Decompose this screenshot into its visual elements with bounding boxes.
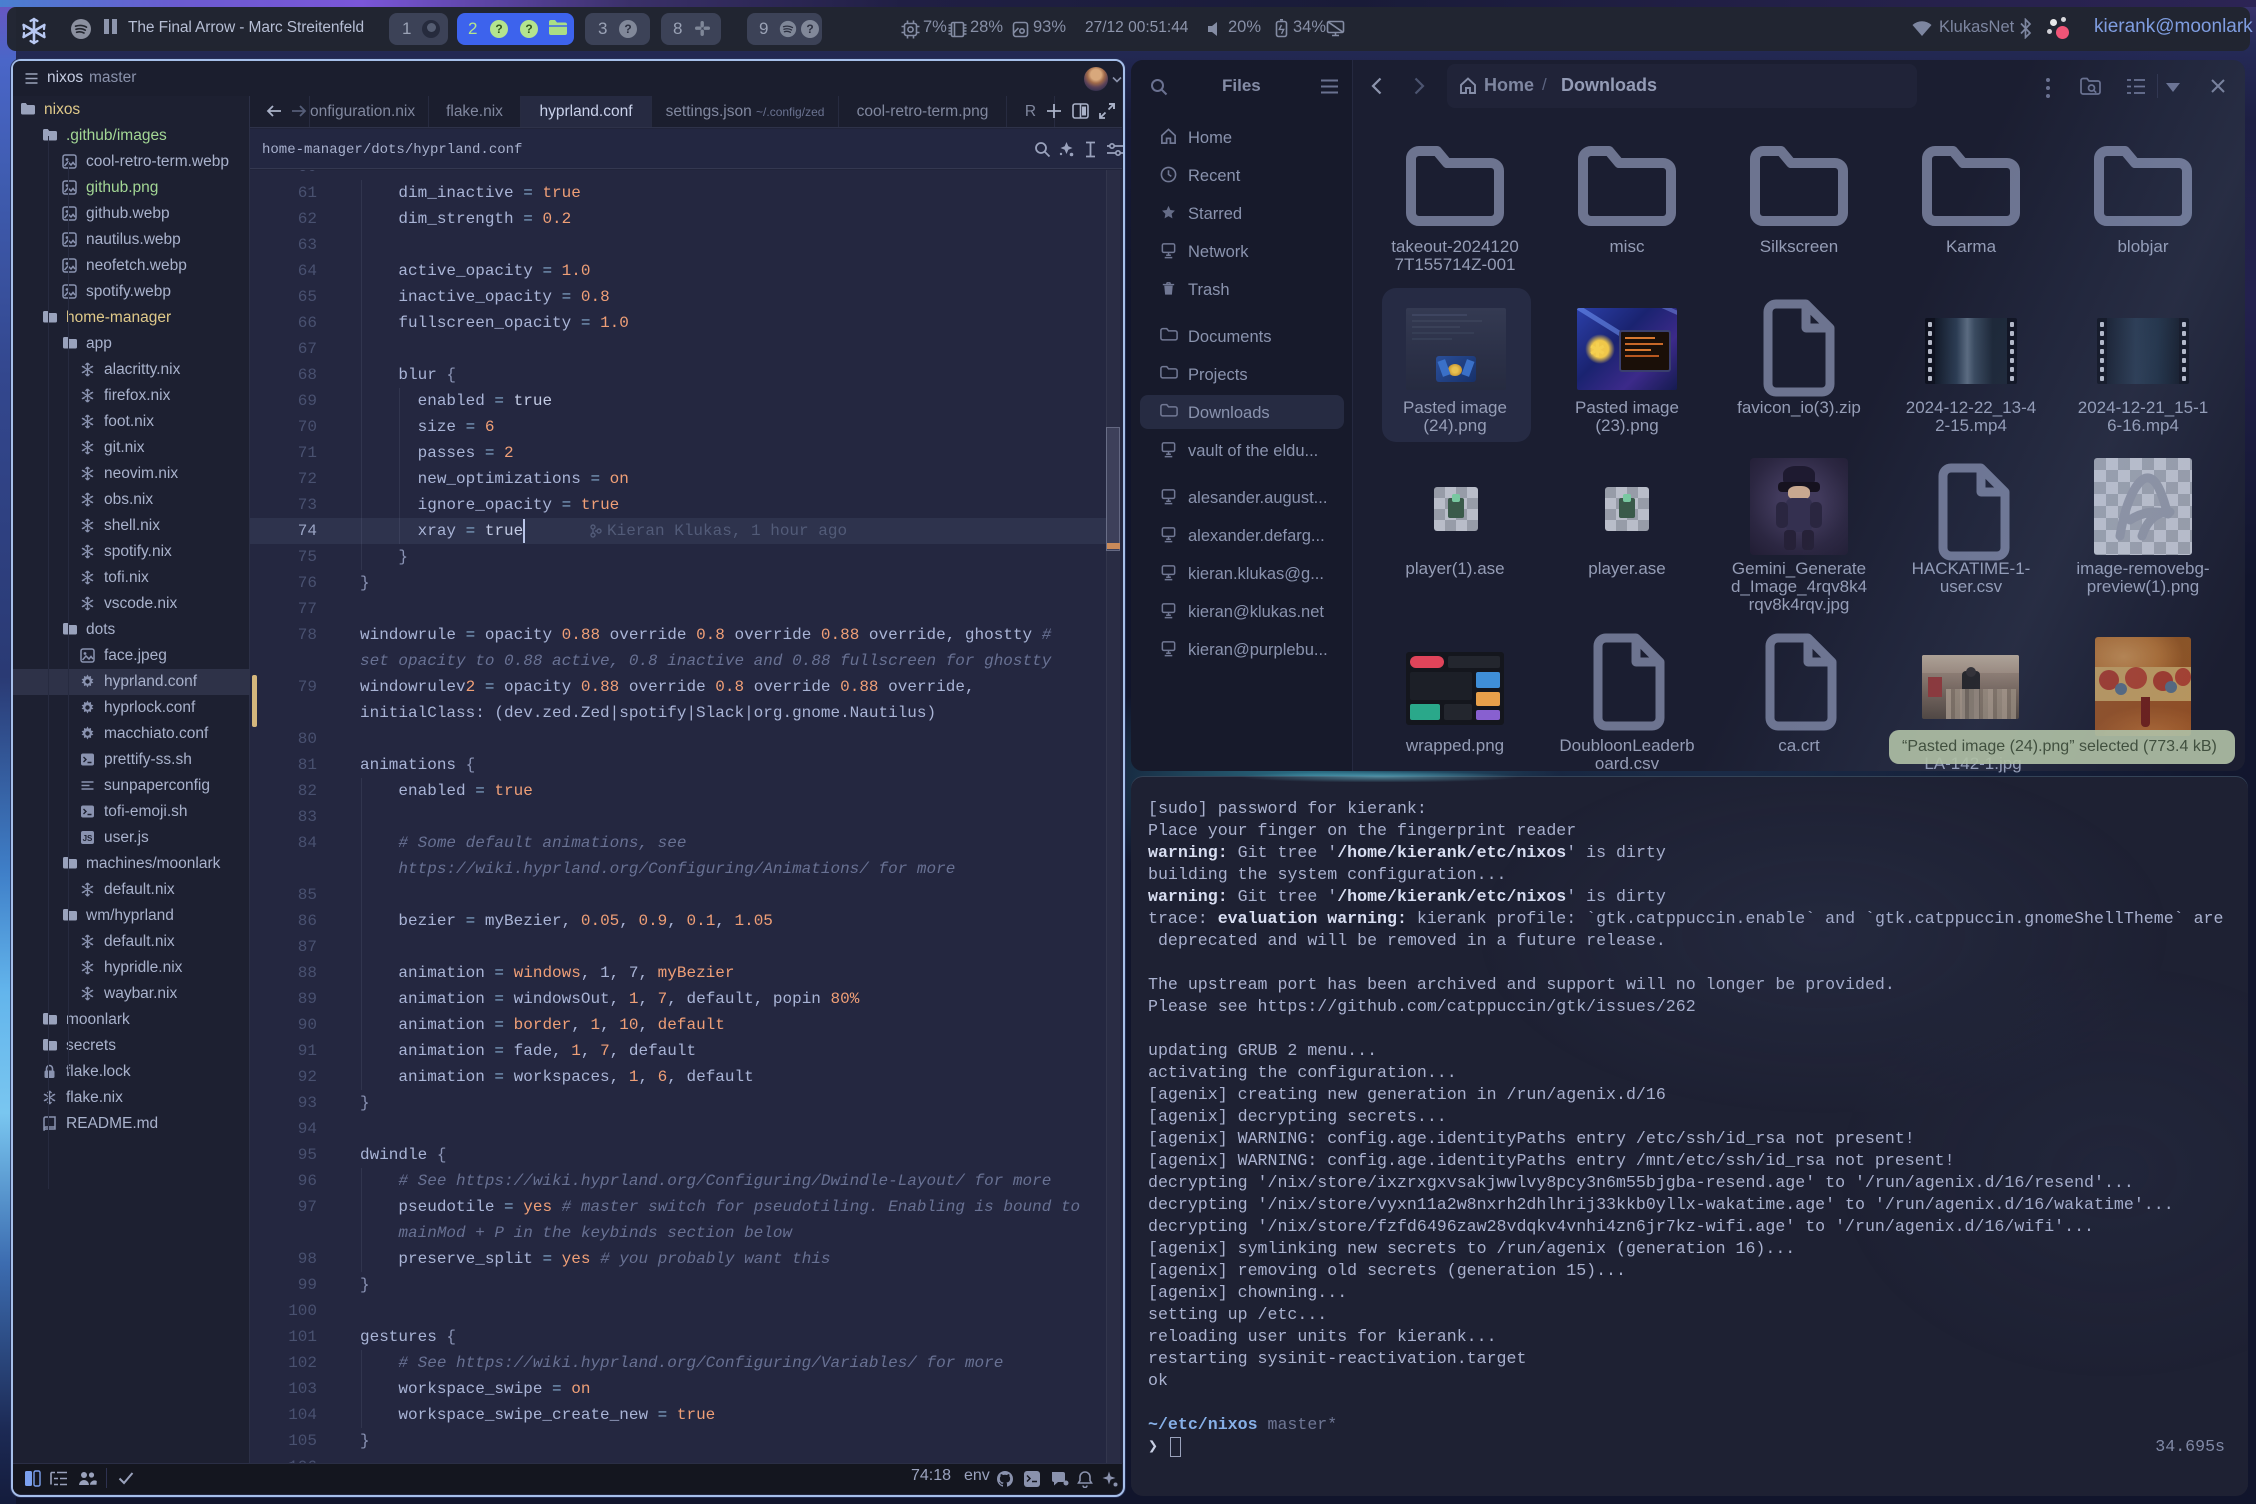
svg-text:JS: JS (83, 834, 93, 843)
